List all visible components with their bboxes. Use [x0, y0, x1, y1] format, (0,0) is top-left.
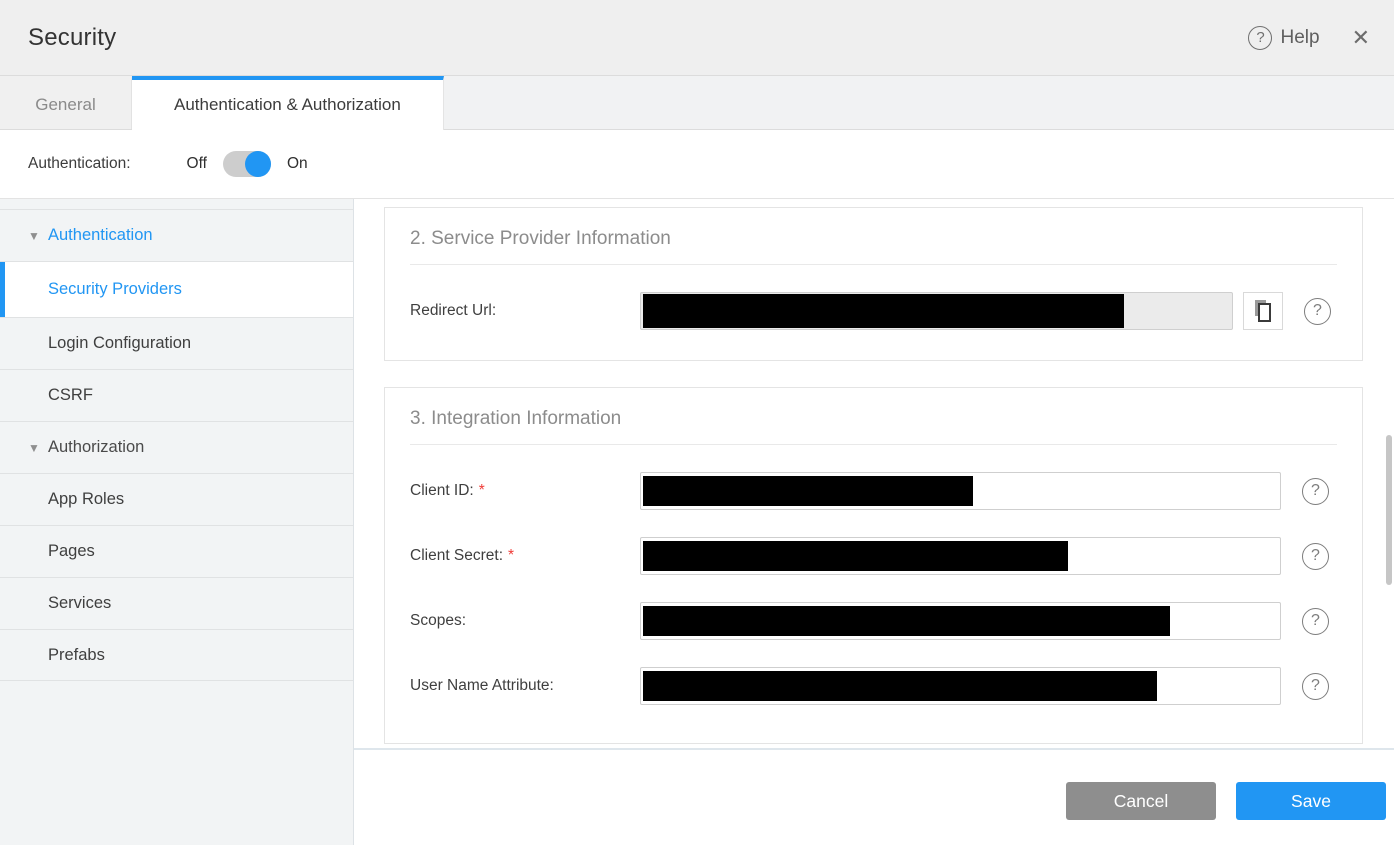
page-title: Security — [28, 24, 116, 52]
authentication-toggle-label: Authentication: — [28, 155, 131, 173]
scopes-label: Scopes: — [410, 612, 640, 630]
close-icon[interactable]: ✕ — [1352, 27, 1370, 49]
sidebar-group-label: Authorization — [48, 438, 144, 457]
user-name-attribute-label: User Name Attribute: — [410, 677, 640, 695]
security-nav-sidebar: ▼ Authentication Security Providers Logi… — [0, 199, 354, 845]
help-icon: ? — [1302, 478, 1329, 505]
dialog-body: ▼ Authentication Security Providers Logi… — [0, 199, 1394, 845]
vertical-scrollbar-thumb[interactable] — [1386, 435, 1392, 585]
help-icon: ? — [1304, 298, 1331, 325]
authentication-switch-group: Off On — [187, 151, 308, 177]
sidebar-item-label: Prefabs — [48, 646, 105, 665]
sidebar-group-authentication[interactable]: ▼ Authentication — [0, 209, 353, 261]
user-name-attribute-input[interactable] — [640, 667, 1281, 705]
help-icon: ? — [1302, 543, 1329, 570]
cancel-button[interactable]: Cancel — [1066, 782, 1216, 820]
help-icon: ? — [1302, 608, 1329, 635]
tab-bar: General Authentication & Authorization — [0, 76, 1394, 130]
redacted-value — [643, 606, 1170, 636]
section-heading: 2. Service Provider Information — [410, 228, 1337, 250]
footer-actions: Cancel Save — [354, 750, 1394, 820]
authentication-toggle-row: Authentication: Off On — [0, 130, 1394, 199]
scopes-input[interactable] — [640, 602, 1281, 640]
scopes-help[interactable]: ? — [1302, 608, 1329, 635]
section-divider — [410, 444, 1337, 445]
help-icon: ? — [1248, 26, 1272, 50]
sidebar-item-app-roles[interactable]: App Roles — [0, 473, 353, 525]
toggle-knob — [245, 151, 271, 177]
client-secret-help[interactable]: ? — [1302, 543, 1329, 570]
sidebar-group-label: Authentication — [48, 226, 153, 245]
help-icon: ? — [1302, 673, 1329, 700]
sidebar-item-security-providers[interactable]: Security Providers — [0, 261, 353, 317]
user-name-attribute-help[interactable]: ? — [1302, 673, 1329, 700]
chevron-down-icon: ▼ — [28, 441, 42, 455]
toggle-on-label: On — [287, 155, 308, 173]
client-secret-input[interactable] — [640, 537, 1281, 575]
redirect-url-row: Redirect Url: ? — [410, 292, 1337, 330]
sidebar-item-prefabs[interactable]: Prefabs — [0, 629, 353, 681]
scopes-row: Scopes: ? — [410, 602, 1337, 640]
client-id-label: Client ID:* — [410, 482, 640, 500]
dialog-header: Security ? Help ✕ — [0, 0, 1394, 76]
security-providers-content: 2. Service Provider Information Redirect… — [354, 199, 1394, 845]
header-actions: ? Help ✕ — [1248, 26, 1370, 50]
redacted-value — [643, 541, 1068, 571]
client-secret-row: Client Secret:* ? — [410, 537, 1337, 575]
sidebar-item-csrf[interactable]: CSRF — [0, 369, 353, 421]
client-id-input[interactable] — [640, 472, 1281, 510]
redirect-url-label: Redirect Url: — [410, 302, 640, 320]
integration-information-section: 3. Integration Information Client ID:* ? — [384, 387, 1363, 744]
required-marker: * — [479, 482, 485, 499]
copy-button[interactable] — [1243, 292, 1283, 330]
sidebar-item-login-configuration[interactable]: Login Configuration — [0, 317, 353, 369]
toggle-off-label: Off — [187, 155, 207, 173]
redacted-value — [643, 476, 973, 506]
sidebar-item-label: Security Providers — [48, 280, 182, 299]
sidebar-item-label: App Roles — [48, 490, 124, 509]
tab-authentication-authorization[interactable]: Authentication & Authorization — [132, 76, 444, 130]
security-dialog: Security ? Help ✕ General Authentication… — [0, 0, 1394, 845]
sidebar-item-label: CSRF — [48, 386, 93, 405]
sidebar-item-label: Pages — [48, 542, 95, 561]
client-id-row: Client ID:* ? — [410, 472, 1337, 510]
sidebar-group-authorization[interactable]: ▼ Authorization — [0, 421, 353, 473]
redacted-value — [643, 671, 1157, 701]
chevron-down-icon: ▼ — [28, 229, 42, 243]
service-provider-information-section: 2. Service Provider Information Redirect… — [384, 207, 1363, 361]
save-button[interactable]: Save — [1236, 782, 1386, 820]
user-name-attribute-row: User Name Attribute: ? — [410, 667, 1337, 705]
required-marker: * — [508, 547, 514, 564]
tab-general[interactable]: General — [0, 76, 132, 129]
client-secret-label: Client Secret:* — [410, 547, 640, 565]
section-divider — [410, 264, 1337, 265]
redirect-url-input[interactable] — [640, 292, 1233, 330]
redacted-value — [643, 294, 1124, 328]
client-id-help[interactable]: ? — [1302, 478, 1329, 505]
sidebar-item-services[interactable]: Services — [0, 577, 353, 629]
copy-icon — [1255, 300, 1272, 322]
help-button[interactable]: ? Help — [1248, 26, 1319, 50]
sidebar-item-label: Login Configuration — [48, 334, 191, 353]
redirect-url-help[interactable]: ? — [1304, 298, 1331, 325]
authentication-toggle[interactable] — [223, 151, 271, 177]
sidebar-item-label: Services — [48, 594, 111, 613]
sidebar-item-pages[interactable]: Pages — [0, 525, 353, 577]
help-label: Help — [1280, 27, 1319, 49]
section-heading: 3. Integration Information — [410, 408, 1337, 430]
